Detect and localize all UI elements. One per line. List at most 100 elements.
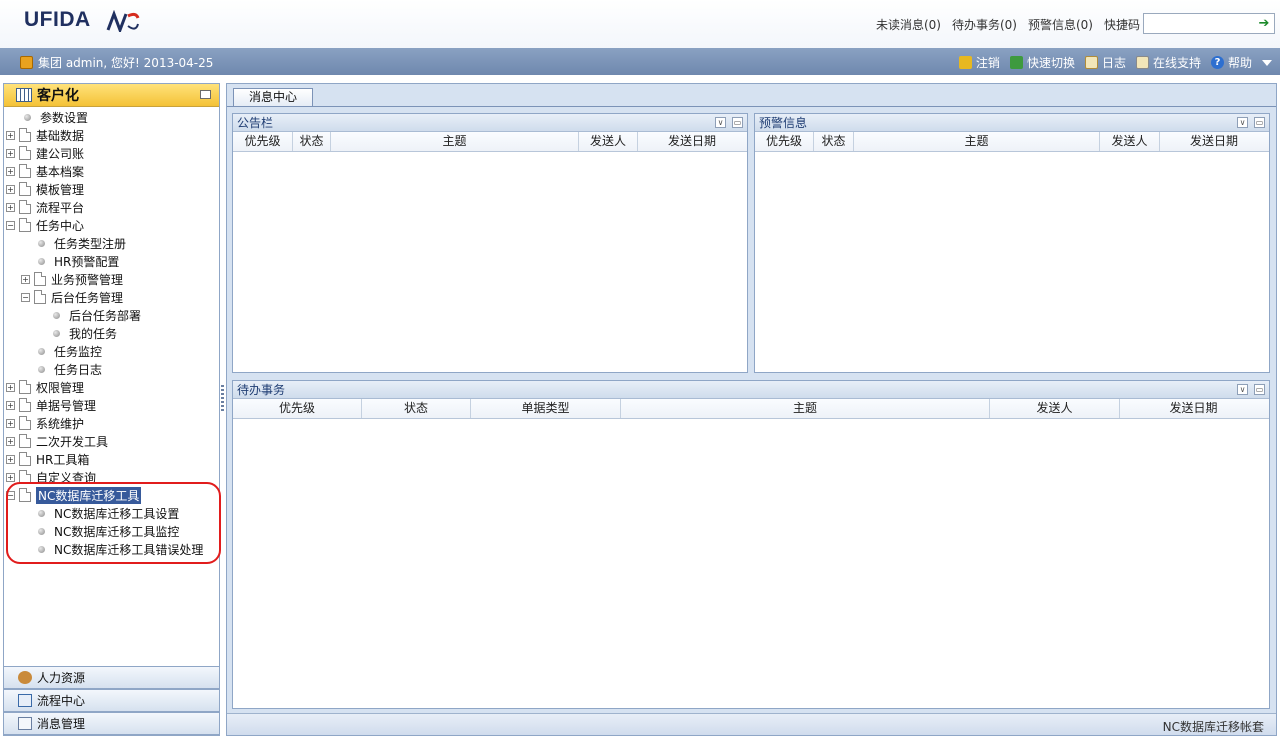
column-header[interactable]: 单据类型	[471, 399, 621, 418]
column-header[interactable]: 优先级	[233, 399, 362, 418]
tree-leaf[interactable]: 任务日志	[38, 360, 102, 378]
expand-icon[interactable]: +	[6, 382, 15, 392]
expand-icon[interactable]: +	[6, 202, 15, 212]
column-header[interactable]: 状态	[814, 132, 854, 151]
tree-folder[interactable]: + 系统维护	[6, 414, 84, 432]
column-header[interactable]: 发送日期	[638, 132, 746, 151]
expand-icon[interactable]: +	[6, 472, 15, 482]
accordion-process[interactable]: 流程中心	[3, 689, 220, 712]
tree-folder[interactable]: + HR工具箱	[6, 450, 89, 468]
column-header[interactable]: 主题	[331, 132, 579, 151]
todo-panel: 待办事务 ∨ ▭ 优先级 状态 单据类型 主题 发送人 发送日期	[232, 380, 1270, 709]
todo-link[interactable]: 待办事务(0)	[952, 16, 1017, 33]
accordion-label: 流程中心	[37, 694, 86, 708]
tree-folder[interactable]: + 基础数据	[6, 126, 84, 144]
expand-icon[interactable]: +	[6, 436, 15, 446]
column-header[interactable]: 发送日期	[1160, 132, 1268, 151]
quick-switch-label: 快速切换	[1026, 56, 1075, 70]
maximize-icon[interactable]: ▭	[1254, 117, 1265, 128]
quick-switch-button[interactable]: 快速切换	[1009, 54, 1075, 71]
go-arrow-icon[interactable]: ➔	[1256, 15, 1272, 32]
expand-icon[interactable]: +	[6, 130, 15, 140]
tree-folder[interactable]: + 模板管理	[6, 180, 84, 198]
document-icon	[19, 380, 31, 394]
tree-folder[interactable]: + 二次开发工具	[6, 432, 108, 450]
bulletin-title: 公告栏	[237, 116, 274, 130]
expand-icon[interactable]: +	[6, 166, 15, 176]
tree-folder[interactable]: + 业务预警管理	[21, 270, 123, 288]
support-icon	[1135, 56, 1149, 69]
document-icon	[19, 164, 31, 178]
expand-icon[interactable]: +	[6, 148, 15, 158]
accordion-hr[interactable]: 人力资源	[3, 666, 220, 689]
column-header[interactable]: 发送人	[1100, 132, 1160, 151]
column-header[interactable]: 发送日期	[1120, 399, 1267, 418]
column-header[interactable]: 优先级	[233, 132, 293, 151]
expand-icon[interactable]: +	[6, 454, 15, 464]
document-icon	[19, 398, 31, 412]
ufida-logo: UFIDA	[24, 8, 91, 31]
help-button[interactable]: ? 帮助	[1210, 54, 1252, 71]
log-label: 日志	[1101, 56, 1126, 70]
column-header[interactable]: 发送人	[579, 132, 638, 151]
logout-label: 注销	[975, 56, 1000, 70]
collapse-icon[interactable]: −	[6, 220, 15, 230]
grid-icon	[16, 88, 32, 102]
quick-code-input[interactable]: ➔	[1143, 13, 1275, 34]
tree-leaf[interactable]: 任务类型注册	[38, 234, 126, 252]
tree-leaf[interactable]: 参数设置	[24, 108, 88, 126]
group-icon	[20, 56, 33, 69]
unread-messages-link[interactable]: 未读消息(0)	[876, 16, 941, 33]
column-header[interactable]: 主题	[854, 132, 1100, 151]
tree-label: 我的任务	[69, 326, 118, 341]
highlight-annotation	[6, 482, 221, 564]
tree-folder[interactable]: + 单据号管理	[6, 396, 96, 414]
tree-folder[interactable]: + 权限管理	[6, 378, 84, 396]
expand-icon[interactable]: +	[6, 400, 15, 410]
tree-leaf[interactable]: 后台任务部署	[53, 306, 141, 324]
collapse-icon[interactable]: −	[21, 292, 30, 302]
alert-info-link[interactable]: 预警信息(0)	[1028, 16, 1093, 33]
collapse-icon[interactable]: ∨	[715, 117, 726, 128]
tree-folder[interactable]: − 后台任务管理	[21, 288, 123, 306]
leaf-dot-icon	[38, 239, 45, 247]
maximize-icon[interactable]: ▭	[732, 117, 743, 128]
leaf-dot-icon	[53, 329, 60, 337]
column-header[interactable]: 主题	[621, 399, 990, 418]
tree-leaf[interactable]: HR预警配置	[38, 252, 119, 270]
tree-label: 系统维护	[36, 416, 85, 431]
collapse-icon[interactable]: ∨	[1237, 384, 1248, 395]
tree-leaf[interactable]: 任务监控	[38, 342, 102, 360]
column-header[interactable]: 优先级	[755, 132, 814, 151]
log-icon	[1084, 56, 1098, 69]
leaf-dot-icon	[38, 365, 45, 373]
expand-icon[interactable]: +	[6, 184, 15, 194]
column-header[interactable]: 发送人	[990, 399, 1120, 418]
logout-button[interactable]: 注销	[958, 54, 1000, 71]
tree-folder[interactable]: + 建公司账	[6, 144, 84, 162]
collapse-icon[interactable]: ∨	[1237, 117, 1248, 128]
minimize-icon[interactable]	[200, 90, 211, 99]
expand-icon[interactable]: +	[6, 418, 15, 428]
accordion-message[interactable]: 消息管理	[3, 712, 220, 735]
tree-folder[interactable]: + 流程平台	[6, 198, 84, 216]
panel-splitter[interactable]	[221, 385, 224, 411]
help-icon: ?	[1210, 56, 1224, 69]
tab-message-center[interactable]: 消息中心	[233, 88, 313, 107]
alert-panel: 预警信息 ∨ ▭ 优先级 状态 主题 发送人 发送日期	[754, 113, 1270, 373]
nc-logo-icon	[106, 10, 140, 32]
column-header[interactable]: 状态	[293, 132, 331, 151]
tree-leaf[interactable]: 我的任务	[53, 324, 117, 342]
tree-folder[interactable]: + 基本档案	[6, 162, 84, 180]
column-header[interactable]: 状态	[362, 399, 471, 418]
online-support-button[interactable]: 在线支持	[1135, 54, 1201, 71]
todo-header: 待办事务 ∨ ▭	[233, 381, 1269, 399]
chevron-down-icon[interactable]	[1262, 59, 1272, 66]
log-button[interactable]: 日志	[1084, 54, 1126, 71]
document-icon	[19, 182, 31, 196]
leaf-dot-icon	[38, 257, 45, 265]
tree-folder[interactable]: − 任务中心	[6, 216, 84, 234]
greeting-text: 集团 admin, 您好! 2013-04-25	[38, 56, 214, 70]
expand-icon[interactable]: +	[21, 274, 30, 284]
maximize-icon[interactable]: ▭	[1254, 384, 1265, 395]
